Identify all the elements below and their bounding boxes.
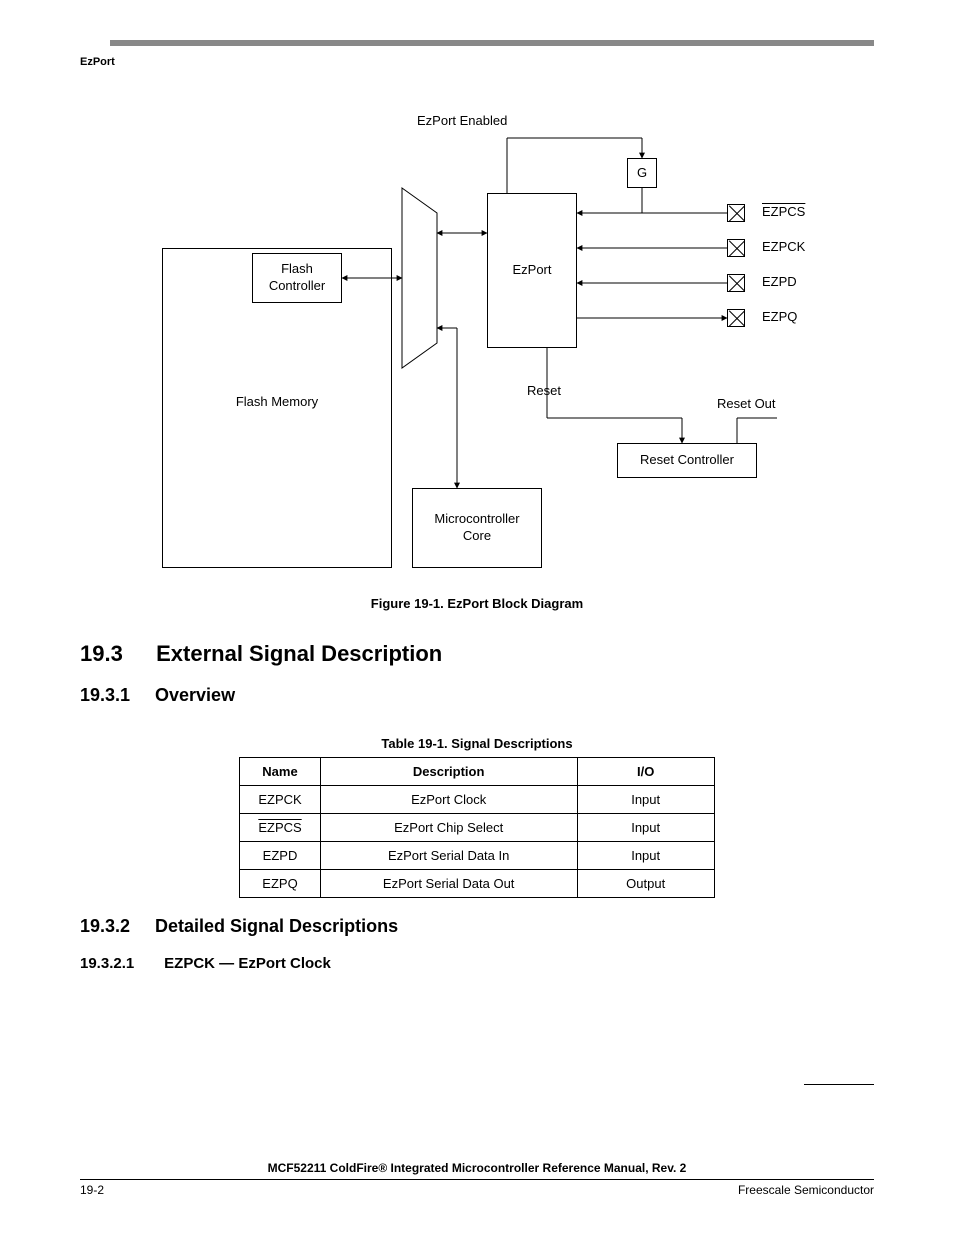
heading-19-3: 19.3 External Signal Description bbox=[80, 641, 874, 667]
heading-title: Detailed Signal Descriptions bbox=[155, 916, 398, 936]
top-rule bbox=[110, 40, 874, 46]
heading-19-3-2: 19.3.2 Detailed Signal Descriptions bbox=[80, 916, 874, 937]
cell-desc: EzPort Serial Data In bbox=[320, 842, 577, 870]
cell-io: Input bbox=[577, 842, 714, 870]
footer-center: MCF52211 ColdFire® Integrated Microcontr… bbox=[0, 1161, 954, 1175]
cell-name: EZPD bbox=[240, 842, 320, 870]
table-header-row: Name Description I/O bbox=[240, 758, 714, 786]
heading-title: Overview bbox=[155, 685, 235, 705]
heading-num: 19.3.2 bbox=[80, 916, 150, 937]
th-desc: Description bbox=[320, 758, 577, 786]
footer-rule bbox=[80, 1179, 874, 1180]
block-diagram: EzPort Enabled G Flash Controller EzPort… bbox=[117, 118, 837, 588]
cell-name: EZPQ bbox=[240, 870, 320, 898]
box-reset-controller: Reset Controller bbox=[617, 443, 757, 478]
heading-num: 19.3 bbox=[80, 641, 150, 667]
box-ezport: EzPort bbox=[487, 193, 577, 348]
pin-ezpd bbox=[727, 274, 745, 292]
th-name: Name bbox=[240, 758, 320, 786]
cell-io: Input bbox=[577, 814, 714, 842]
table-row: EZPCK EzPort Clock Input bbox=[240, 786, 714, 814]
box-mcu-core: Microcontroller Core bbox=[412, 488, 542, 568]
pin-ezpck bbox=[727, 239, 745, 257]
table-row: EZPCS EzPort Chip Select Input bbox=[240, 814, 714, 842]
figure-caption: Figure 19-1. EzPort Block Diagram bbox=[80, 596, 874, 611]
running-head: EzPort bbox=[80, 56, 874, 68]
page: EzPort bbox=[0, 0, 954, 1235]
cell-desc: EzPort Clock bbox=[320, 786, 577, 814]
table-caption: Table 19-1. Signal Descriptions bbox=[80, 736, 874, 751]
table-row: EZPQ EzPort Serial Data Out Output bbox=[240, 870, 714, 898]
decorative-rule bbox=[804, 1084, 874, 1085]
cell-name: EZPCK bbox=[240, 786, 320, 814]
label-reset: Reset bbox=[527, 383, 561, 398]
footer-vendor: Freescale Semiconductor bbox=[738, 1183, 874, 1197]
cell-name: EZPCS bbox=[240, 814, 320, 842]
table-row: EZPD EzPort Serial Data In Input bbox=[240, 842, 714, 870]
footer-page-number: 19-2 bbox=[80, 1183, 104, 1197]
label-pin-ezpck: EZPCK bbox=[762, 239, 805, 254]
label-pin-ezpq: EZPQ bbox=[762, 309, 797, 324]
heading-num: 19.3.2.1 bbox=[80, 955, 160, 972]
heading-title: External Signal Description bbox=[156, 641, 442, 666]
cell-desc: EzPort Chip Select bbox=[320, 814, 577, 842]
pin-ezpq bbox=[727, 309, 745, 327]
th-io: I/O bbox=[577, 758, 714, 786]
cell-desc: EzPort Serial Data Out bbox=[320, 870, 577, 898]
heading-title: EZPCK — EzPort Clock bbox=[164, 955, 331, 972]
cell-io: Input bbox=[577, 786, 714, 814]
cell-io: Output bbox=[577, 870, 714, 898]
box-g: G bbox=[627, 158, 657, 188]
label-pin-ezpcs: EZPCS bbox=[762, 204, 805, 219]
signal-table: Name Description I/O EZPCK EzPort Clock … bbox=[239, 757, 714, 898]
pin-ezpcs bbox=[727, 204, 745, 222]
label-pin-ezpd: EZPD bbox=[762, 274, 797, 289]
heading-19-3-2-1: 19.3.2.1 EZPCK — EzPort Clock bbox=[80, 955, 874, 972]
heading-19-3-1: 19.3.1 Overview bbox=[80, 685, 874, 706]
label-reset-out: Reset Out bbox=[717, 396, 776, 411]
heading-num: 19.3.1 bbox=[80, 685, 150, 706]
label-ezport-enabled: EzPort Enabled bbox=[417, 113, 507, 128]
box-flash-controller: Flash Controller bbox=[252, 253, 342, 303]
